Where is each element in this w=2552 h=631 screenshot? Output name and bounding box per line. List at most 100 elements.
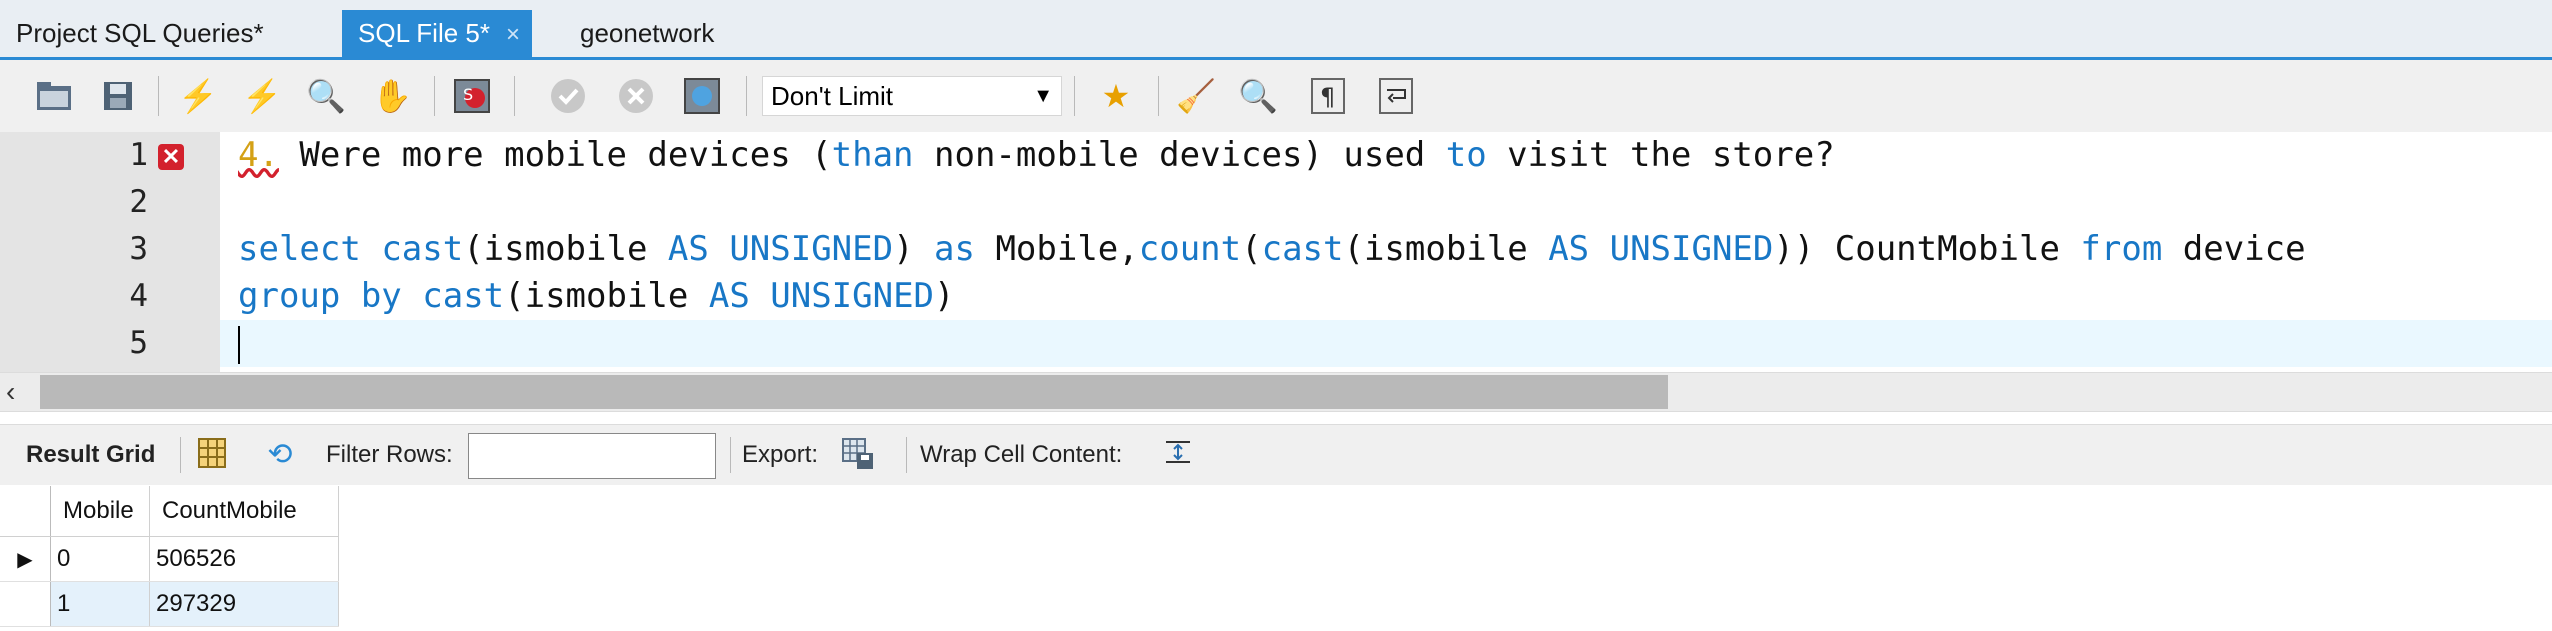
result-grid-tab[interactable]: Result Grid	[26, 441, 155, 469]
code-line-1: 4. Were more mobile devices (than non-mo…	[238, 132, 1835, 179]
explain-icon[interactable]: 🔍	[304, 74, 348, 118]
table-row[interactable]: ▶ 0 506526	[0, 536, 339, 582]
code-keyword: cast	[422, 276, 505, 316]
tab-label: SQL File 5*	[358, 18, 490, 48]
result-grid[interactable]: Mobile CountMobile ▶ 0 506526 1 297329	[0, 486, 339, 627]
column-header-countmobile[interactable]: CountMobile	[149, 486, 339, 537]
row-header-corner	[0, 486, 51, 537]
table-row[interactable]: 1 297329	[0, 581, 339, 627]
wrap-cell-icon[interactable]	[1160, 437, 1196, 473]
toolbar-separator	[158, 76, 159, 116]
row-header	[0, 581, 51, 627]
current-row-indicator-icon: ▶	[0, 536, 51, 582]
line-number: 5	[129, 325, 148, 361]
code-keyword: AS UNSIGNED	[708, 276, 935, 316]
filter-rows-input[interactable]	[468, 433, 716, 479]
code-keyword: cast	[381, 229, 464, 269]
code-token: )) CountMobile	[1773, 229, 2081, 269]
code-keyword: AS UNSIGNED	[1548, 229, 1774, 269]
code-token: 4.	[238, 135, 279, 175]
code-token: (ismobile	[504, 276, 709, 316]
svg-text:S: S	[463, 85, 473, 104]
result-table: Mobile CountMobile ▶ 0 506526 1 297329	[0, 486, 339, 627]
toggle-stop-on-error-icon[interactable]: S	[450, 74, 494, 118]
syntax-error-icon[interactable]: ✕	[158, 144, 184, 170]
wrap-cell-content-label: Wrap Cell Content:	[920, 441, 1123, 468]
line-number: 1	[129, 137, 148, 173]
code-keyword: from	[2080, 229, 2163, 269]
code-token: Were more mobile devices (	[278, 135, 832, 175]
current-line-highlight	[220, 320, 2552, 367]
code-keyword: cast	[1261, 229, 1344, 269]
scrollbar-thumb[interactable]	[40, 375, 1668, 409]
export-label: Export:	[742, 441, 819, 468]
stop-icon[interactable]: ✋	[370, 74, 414, 118]
row-limit-select[interactable]: Don't Limit ▼	[762, 76, 1062, 116]
line-number: 4	[129, 278, 148, 314]
line-number: 3	[129, 231, 148, 267]
tab-geonetwork[interactable]: geonetwork	[580, 6, 714, 60]
code-keyword: count	[1138, 229, 1242, 269]
execute-current-icon[interactable]: ⚡	[240, 74, 284, 118]
close-tab-icon[interactable]: ×	[506, 21, 520, 48]
code-token: non-mobile devices) used	[913, 135, 1446, 175]
execute-icon[interactable]: ⚡	[176, 74, 220, 118]
code-token: )	[934, 276, 955, 316]
result-toolbar: Result Grid ⟲ Filter Rows: Export: Wrap …	[0, 424, 2552, 485]
code-keyword: than	[831, 135, 914, 175]
tab-project-sql-queries[interactable]: Project SQL Queries*	[16, 6, 264, 60]
table-cell[interactable]: 506526	[149, 536, 339, 582]
invisible-chars-icon[interactable]: ¶	[1306, 74, 1350, 118]
autocommit-icon[interactable]	[680, 74, 724, 118]
code-keyword: AS UNSIGNED	[667, 229, 894, 269]
code-token: (	[1241, 229, 1262, 269]
svg-text:¶: ¶	[1320, 83, 1335, 111]
toolbar-separator	[1074, 76, 1075, 116]
column-header-mobile[interactable]: Mobile	[50, 486, 150, 537]
sql-editor-toolbar: ⚡ ⚡ 🔍 ✋ S Don't Limit ▼ ★ 🧹 🔍 ¶	[0, 60, 2552, 132]
row-limit-value: Don't Limit	[771, 81, 894, 111]
editor-horizontal-scrollbar[interactable]: ‹	[0, 372, 2552, 412]
filter-rows-label: Filter Rows:	[326, 441, 453, 468]
toolbar-separator	[180, 437, 181, 473]
rollback-icon[interactable]	[614, 74, 658, 118]
commit-icon[interactable]	[546, 74, 590, 118]
scroll-left-icon[interactable]: ‹	[6, 373, 34, 411]
table-cell[interactable]: 0	[50, 536, 150, 582]
code-keyword: select	[238, 229, 361, 269]
code-token: (ismobile	[1343, 229, 1549, 269]
add-snippet-icon[interactable]: ★	[1094, 74, 1138, 118]
word-wrap-icon[interactable]	[1374, 74, 1418, 118]
toolbar-separator	[906, 437, 907, 473]
code-line-4: group by cast(ismobile AS UNSIGNED)	[238, 273, 955, 320]
toolbar-separator	[514, 76, 515, 116]
find-icon[interactable]: 🔍	[1236, 74, 1280, 118]
editor-tab-strip: Project SQL Queries* SQL File 5* × geonet…	[0, 0, 2552, 60]
code-token: Mobile,	[974, 229, 1139, 269]
table-header-row: Mobile CountMobile	[0, 486, 339, 537]
save-icon[interactable]	[96, 74, 140, 118]
code-token: )	[893, 229, 935, 269]
code-token: (ismobile	[463, 229, 668, 269]
export-icon[interactable]	[840, 437, 876, 473]
open-file-icon[interactable]	[32, 74, 76, 118]
text-caret	[238, 326, 240, 364]
toolbar-separator	[746, 76, 747, 116]
chevron-down-icon: ▼	[1033, 85, 1053, 107]
line-number: 2	[129, 184, 148, 220]
toolbar-separator	[730, 437, 731, 473]
toolbar-separator	[1158, 76, 1159, 116]
code-token: visit the store?	[1486, 135, 1835, 175]
code-keyword: as	[934, 229, 975, 269]
grid-view-icon[interactable]	[194, 437, 230, 473]
table-cell[interactable]: 1	[50, 581, 150, 627]
toolbar-separator	[434, 76, 435, 116]
tab-sql-file-5[interactable]: SQL File 5* ×	[342, 10, 532, 60]
table-cell[interactable]: 297329	[149, 581, 339, 627]
beautify-icon[interactable]: 🧹	[1174, 74, 1218, 118]
code-keyword: to	[1445, 135, 1487, 175]
code-token: device	[2162, 229, 2306, 269]
refresh-icon[interactable]: ⟲	[262, 437, 298, 473]
sql-editor[interactable]: 1 2 3 4 5 ✕ 4. Were more mobile devices …	[0, 132, 2552, 372]
